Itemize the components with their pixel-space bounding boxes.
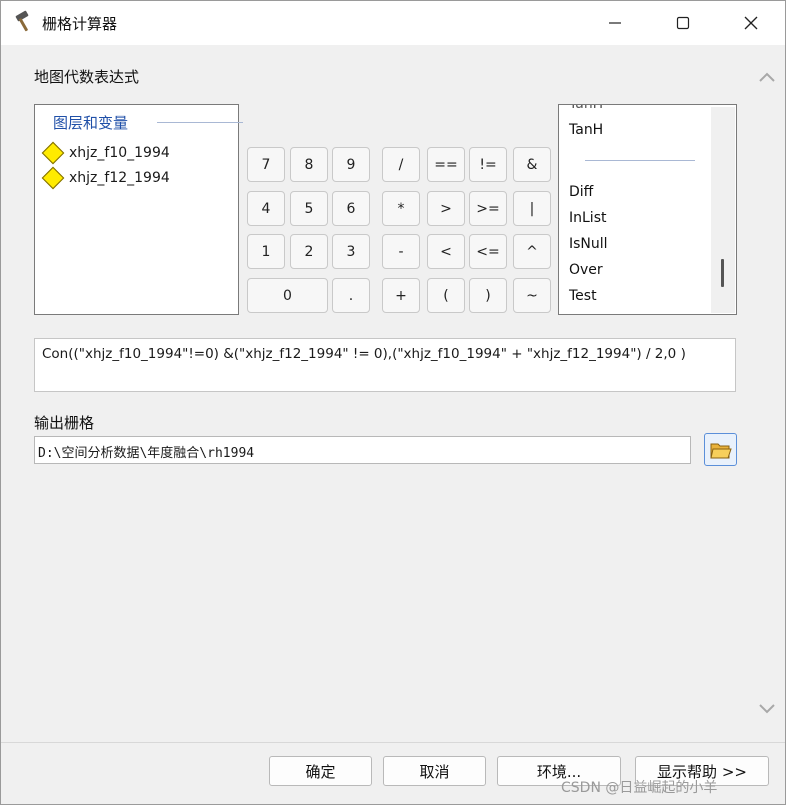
dialog-scrollbar[interactable]: [752, 61, 782, 729]
open-folder-icon: [709, 443, 732, 458]
calc-button-open-paren[interactable]: (: [427, 278, 465, 313]
layers-header-divider: [157, 122, 243, 123]
functions-divider: [585, 160, 695, 161]
title-bar: 栅格计算器: [1, 1, 785, 45]
calc-button-plus[interactable]: +: [382, 278, 420, 313]
layer-item[interactable]: xhjz_f10_1994: [41, 141, 170, 165]
raster-layer-icon: [41, 141, 65, 165]
minimize-button[interactable]: [581, 1, 649, 45]
calc-button-not[interactable]: ~: [513, 278, 551, 313]
cancel-button[interactable]: 取消: [383, 756, 486, 786]
calc-button-or[interactable]: |: [513, 191, 551, 226]
browse-folder-button[interactable]: [704, 433, 737, 466]
calc-button-4[interactable]: 4: [247, 191, 285, 226]
function-item[interactable]: IsNull: [569, 236, 608, 252]
window-title: 栅格计算器: [42, 15, 118, 33]
calc-button-multiply[interactable]: *: [382, 191, 420, 226]
calc-button-greater-equal[interactable]: >=: [469, 191, 507, 226]
function-item[interactable]: Over: [569, 262, 603, 278]
minimize-icon: [609, 22, 621, 24]
output-raster-label: 输出栅格: [34, 414, 95, 432]
close-icon: [744, 16, 758, 30]
output-raster-input[interactable]: D:\空间分析数据\年度融合\rh1994: [34, 436, 691, 464]
calc-button-not-equal[interactable]: !=: [469, 147, 507, 182]
calc-button-2[interactable]: 2: [290, 234, 328, 269]
calc-button-9[interactable]: 9: [332, 147, 370, 182]
calc-button-1[interactable]: 1: [247, 234, 285, 269]
calc-button-less-equal[interactable]: <=: [469, 234, 507, 269]
calc-button-3[interactable]: 3: [332, 234, 370, 269]
calc-button-xor[interactable]: ^: [513, 234, 551, 269]
footer-divider: [1, 742, 785, 743]
functions-listbox[interactable]: TanH TanH Diff InList IsNull Over Test: [558, 104, 737, 315]
calc-button-divide[interactable]: /: [382, 147, 420, 182]
raster-layer-icon: [41, 166, 65, 190]
ok-button[interactable]: 确定: [269, 756, 372, 786]
scroll-up-icon[interactable]: [757, 69, 777, 85]
calc-button-0[interactable]: 0: [247, 278, 328, 313]
output-raster-path: D:\空间分析数据\年度融合\rh1994: [38, 446, 255, 461]
function-item[interactable]: Test: [569, 288, 597, 304]
expression-textbox[interactable]: Con(("xhjz_f10_1994"!=0) &("xhjz_f12_199…: [34, 338, 736, 392]
calc-button-and[interactable]: &: [513, 147, 551, 182]
function-item[interactable]: Diff: [569, 184, 593, 200]
calc-button-8[interactable]: 8: [290, 147, 328, 182]
layers-listbox[interactable]: 图层和变量 xhjz_f10_1994 xhjz_f12_1994: [34, 104, 243, 315]
calc-button-less[interactable]: <: [427, 234, 465, 269]
layer-item-label: xhjz_f10_1994: [69, 145, 170, 161]
layers-header: 图层和变量: [53, 114, 129, 132]
maximize-icon: [676, 16, 690, 30]
layer-item[interactable]: xhjz_f12_1994: [41, 166, 170, 190]
watermark: CSDN @日益崛起的小羊: [561, 780, 718, 796]
maximize-button[interactable]: [649, 1, 717, 45]
raster-calculator-window: 栅格计算器 地图代数表达式 图层和变量 xhjz_f10_1994 xhjz_f…: [0, 0, 786, 805]
calc-button-decimal[interactable]: .: [332, 278, 370, 313]
functions-scrollbar[interactable]: [711, 107, 735, 313]
calc-button-close-paren[interactable]: ): [469, 278, 507, 313]
calc-button-minus[interactable]: -: [382, 234, 420, 269]
calc-button-equal[interactable]: ==: [427, 147, 465, 182]
scroll-down-icon[interactable]: [757, 701, 777, 717]
functions-scrollbar-thumb[interactable]: [721, 259, 724, 287]
function-item-partial[interactable]: TanH: [569, 105, 603, 112]
calc-button-6[interactable]: 6: [332, 191, 370, 226]
calc-button-5[interactable]: 5: [290, 191, 328, 226]
function-item[interactable]: InList: [569, 210, 606, 226]
layer-item-label: xhjz_f12_1994: [69, 170, 170, 186]
function-item[interactable]: TanH: [569, 122, 603, 138]
expression-section-label: 地图代数表达式: [34, 68, 140, 86]
expression-text: Con(("xhjz_f10_1994"!=0) &("xhjz_f12_199…: [42, 346, 686, 362]
calc-button-greater[interactable]: >: [427, 191, 465, 226]
calc-button-7[interactable]: 7: [247, 147, 285, 182]
close-button[interactable]: [717, 1, 785, 45]
hammer-icon: [15, 10, 29, 32]
